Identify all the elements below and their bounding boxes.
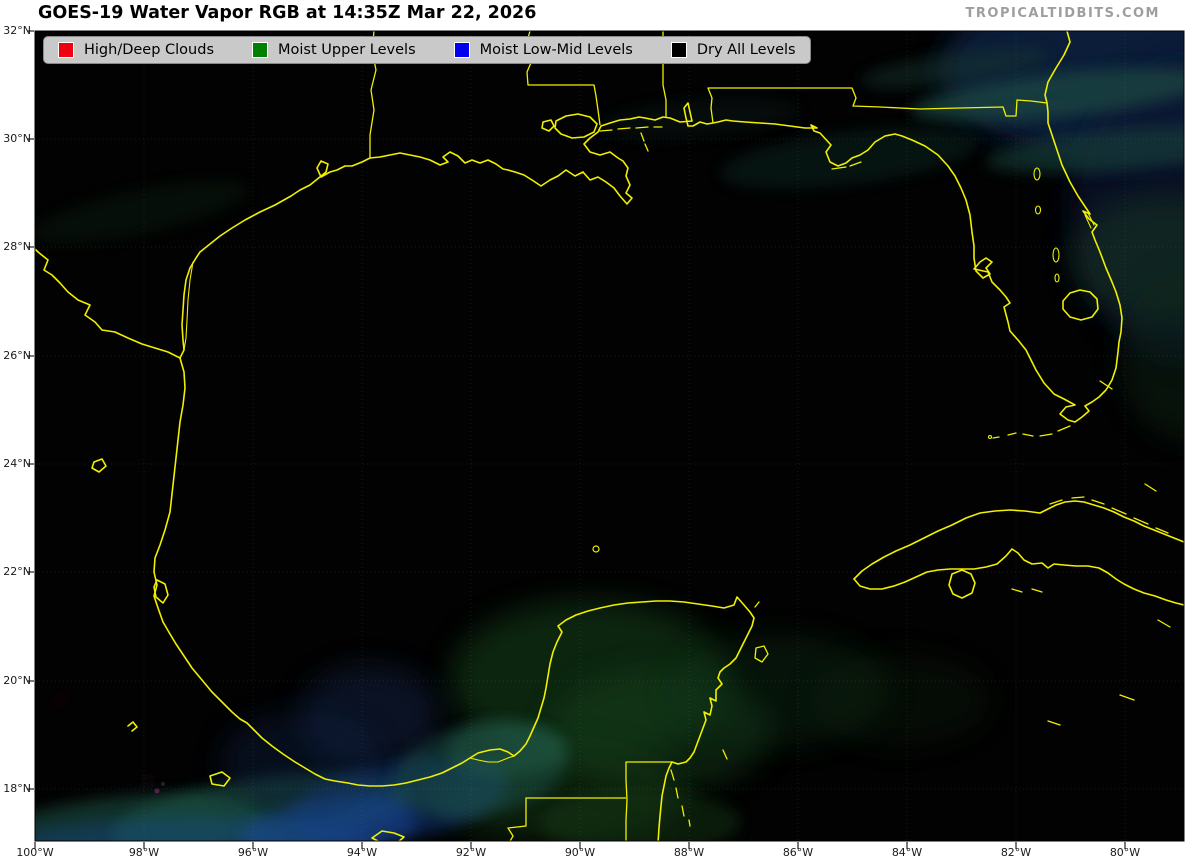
lon-label: 84°W <box>891 846 923 859</box>
lat-label: 18°N <box>3 782 31 795</box>
lat-label: 24°N <box>3 457 31 470</box>
red-swatch-icon <box>58 42 74 58</box>
satellite-map-frame: GOES-19 Water Vapor RGB at 14:35Z Mar 22… <box>0 0 1200 867</box>
green-swatch-icon <box>252 42 269 58</box>
legend-item-moist-upper: Moist Upper Levels <box>252 42 416 58</box>
blue-swatch-icon <box>453 42 470 58</box>
lon-label: 92°W <box>455 846 487 859</box>
legend-label: High/Deep Clouds <box>84 42 215 58</box>
lon-label: 90°W <box>564 846 596 859</box>
gulf-satellite-map <box>27 30 1185 849</box>
legend-item-dry: Dry All Levels <box>670 42 796 58</box>
lat-label: 30°N <box>3 132 31 145</box>
lon-label: 80°W <box>1109 846 1141 859</box>
legend-label: Dry All Levels <box>696 42 796 58</box>
legend: High/Deep Clouds Moist Upper Levels Mois… <box>43 36 811 64</box>
lat-label: 22°N <box>3 565 31 578</box>
legend-item-high-deep-clouds: High/Deep Clouds <box>58 42 214 58</box>
black-swatch-icon <box>670 42 687 58</box>
watermark: TROPICALTIDBITS.COM <box>965 6 1160 21</box>
lon-label: 100°W <box>16 846 54 859</box>
lon-label: 88°W <box>673 846 705 859</box>
legend-label: Moist Low-Mid Levels <box>479 42 633 58</box>
lon-label: 82°W <box>1000 846 1032 859</box>
lon-label: 94°W <box>346 846 378 859</box>
lat-label: 20°N <box>3 674 31 687</box>
lon-label: 86°W <box>782 846 814 859</box>
lon-label: 98°W <box>128 846 160 859</box>
legend-label: Moist Upper Levels <box>278 42 416 58</box>
legend-item-moist-low-mid: Moist Low-Mid Levels <box>453 42 633 58</box>
lat-label: 32°N <box>3 24 31 37</box>
page-title: GOES-19 Water Vapor RGB at 14:35Z Mar 22… <box>38 3 537 23</box>
lat-label: 28°N <box>3 240 31 253</box>
lon-label: 96°W <box>237 846 269 859</box>
lat-label: 26°N <box>3 349 31 362</box>
